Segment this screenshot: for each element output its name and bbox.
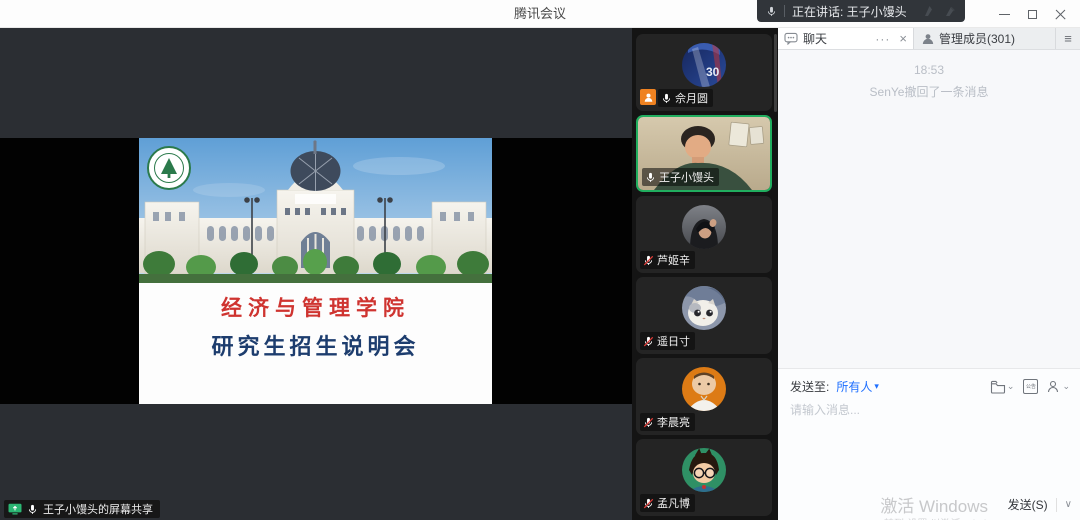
- participant-tile[interactable]: 孟凡博: [636, 439, 772, 516]
- person-icon: [922, 33, 934, 45]
- university-logo: [148, 147, 190, 189]
- chat-more-button[interactable]: ···: [875, 32, 890, 46]
- tab-chat-label: 聊天: [803, 30, 870, 47]
- microphone-icon: [27, 504, 38, 515]
- participant-tile-speaking[interactable]: 王子小馒头: [636, 115, 772, 192]
- chat-history-button[interactable]: ⌄: [990, 380, 1015, 394]
- participant-name: 孟凡博: [657, 495, 690, 511]
- message-timestamp: 18:53: [778, 60, 1080, 82]
- avatar: 30: [682, 43, 726, 87]
- chevron-down-icon: ▾: [874, 381, 879, 392]
- chat-tabbar: 聊天 ··· × 管理成员(301) ≡: [778, 28, 1080, 50]
- windows-activation-watermark-line2: 转到“设置”以激活 Windows。: [884, 515, 1014, 520]
- chat-bubble-icon: [784, 32, 798, 45]
- announcement-button[interactable]: 公告: [1023, 379, 1038, 394]
- chevron-down-icon: ⌄: [1062, 381, 1070, 392]
- participant-name: 遥日寸: [657, 333, 690, 349]
- avatar: [682, 286, 726, 330]
- meeting-window: 腾讯会议 正在讲话: 王子小馒头: [0, 0, 1080, 520]
- chevron-down-icon: ⌄: [1007, 381, 1015, 392]
- avatar: [682, 448, 726, 492]
- mic-on-icon: [645, 172, 656, 183]
- chat-composer: 发送至: 所有人 ▾ ⌄: [778, 368, 1080, 520]
- minimize-button[interactable]: [990, 2, 1018, 26]
- send-options-button[interactable]: ∨: [1065, 499, 1072, 510]
- speaking-indicator-toast: 正在讲话: 王子小馒头: [757, 0, 965, 22]
- tab-manage-members[interactable]: 管理成员(301): [913, 28, 1056, 49]
- folder-icon: [990, 380, 1006, 394]
- slide-subtitle: 研究生招生说明会: [139, 329, 492, 361]
- tab-chat[interactable]: 聊天 ··· ×: [778, 28, 913, 49]
- mic-muted-icon: [643, 417, 654, 428]
- avatar: [682, 205, 726, 249]
- message-input[interactable]: [790, 403, 1060, 417]
- participant-tile[interactable]: 30 佘月圆: [636, 34, 772, 111]
- microphone-icon: [766, 6, 777, 17]
- tab-members-label: 管理成员(301): [939, 30, 1015, 47]
- send-to-dropdown[interactable]: 所有人 ▾: [836, 378, 879, 395]
- system-message: SenYe撤回了一条消息: [778, 82, 1080, 104]
- participant-tile[interactable]: 遥日寸: [636, 277, 772, 354]
- minimize-icon: [999, 14, 1010, 15]
- chat-close-button[interactable]: ×: [899, 31, 907, 46]
- announcement-icon: 公告: [1026, 384, 1036, 389]
- screen-share-badge: 王子小馒头的屏幕共享: [4, 500, 160, 518]
- maximize-icon: [1028, 10, 1037, 19]
- participants-scrollbar[interactable]: [774, 34, 777, 112]
- presentation-slide: 经济与管理学院 研究生招生说明会: [139, 138, 492, 404]
- windows-activation-watermark: 激活 Windows: [880, 492, 988, 517]
- screen-share-stage[interactable]: 经济与管理学院 研究生招生说明会 王子小馒头的屏幕共享: [0, 28, 632, 520]
- screen-share-label: 王子小馒头的屏幕共享: [43, 501, 153, 517]
- mic-muted-icon: [643, 336, 654, 347]
- participant-name: 芦姬辛: [657, 252, 690, 268]
- send-button[interactable]: 发送(S): [1008, 496, 1048, 513]
- person-outline-icon: [1047, 380, 1061, 393]
- toast-divider: [784, 5, 785, 17]
- reaction-clap-icon: [923, 5, 937, 17]
- participant-strip: 30 佘月圆: [632, 28, 778, 520]
- participant-name: 佘月圆: [675, 90, 708, 106]
- participant-tile[interactable]: 芦姬辛: [636, 196, 772, 273]
- private-chat-button[interactable]: ⌄: [1047, 380, 1070, 393]
- participant-name: 李晨亮: [657, 414, 690, 430]
- window-controls: [990, 0, 1074, 28]
- member-role-badge-icon: [640, 89, 656, 105]
- svg-text:30: 30: [706, 65, 720, 79]
- participant-tile[interactable]: 李晨亮: [636, 358, 772, 435]
- mic-muted-icon: [643, 498, 654, 509]
- chat-panel: 聊天 ··· × 管理成员(301) ≡ 18:53 SenYe撤回了一条消息: [778, 28, 1080, 520]
- screen-share-icon: [8, 503, 22, 515]
- send-to-label: 发送至:: [790, 378, 829, 395]
- reaction-wave-icon: [942, 5, 956, 17]
- slide-title: 经济与管理学院: [139, 292, 492, 322]
- mic-on-icon: [661, 93, 672, 104]
- close-icon: [1055, 9, 1066, 20]
- chat-messages: 18:53 SenYe撤回了一条消息: [778, 50, 1080, 368]
- hamburger-icon: ≡: [1064, 31, 1072, 46]
- participant-name: 王子小馒头: [659, 169, 714, 185]
- maximize-button[interactable]: [1018, 2, 1046, 26]
- toast-reactions: [923, 5, 956, 17]
- speaking-label: 正在讲话: 王子小馒头: [792, 3, 907, 20]
- close-button[interactable]: [1046, 2, 1074, 26]
- mic-muted-icon: [643, 255, 654, 266]
- send-divider: [1056, 498, 1057, 512]
- panel-menu-button[interactable]: ≡: [1056, 28, 1080, 49]
- campus-building-photo: [139, 138, 492, 283]
- avatar: [682, 367, 726, 411]
